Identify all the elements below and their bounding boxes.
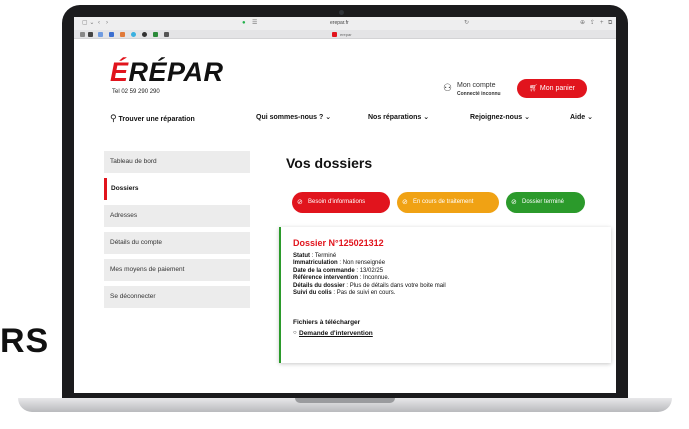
sidebar-item-logout[interactable]: Se déconnecter (104, 286, 250, 308)
filter-in-progress-button[interactable]: ⊘ En cours de traitement (397, 192, 499, 213)
shield-icon[interactable]: ● (242, 17, 246, 30)
camera-dot (339, 10, 344, 15)
bookmark-icon[interactable] (120, 32, 125, 37)
laptop-notch (295, 398, 395, 403)
browser-toolbar: ▢ ⌄ ‹ › ● ☰ erepar.fr ↻ ⊕ ⇪ + ⧉ (74, 17, 616, 30)
chevron-down-icon: ⌄ (325, 114, 332, 121)
privacy-icon[interactable]: ☰ (252, 17, 257, 30)
nav-repairs[interactable]: Nos réparations ⌄ (368, 113, 429, 121)
sidebar-item-account-details[interactable]: Détails du compte (104, 232, 250, 254)
download-icon[interactable]: ⊕ (580, 17, 585, 30)
user-icon[interactable]: ⚇ (443, 83, 452, 94)
site-logo[interactable]: ÉRÉPAR (110, 57, 224, 88)
files-heading: Fichiers à télécharger (293, 319, 361, 326)
bookmark-icon[interactable] (131, 32, 136, 37)
bookmark-icon[interactable] (109, 32, 114, 37)
account-sidebar: Tableau de bord Dossiers Adresses Détail… (104, 151, 250, 313)
logo-accent: É (110, 57, 129, 87)
page-title: Vos dossiers (286, 155, 373, 171)
bookmark-icon[interactable] (98, 32, 103, 37)
filter-completed-button[interactable]: ⊘ Dossier terminé (506, 192, 585, 213)
search-icon: ⚲ (110, 113, 117, 123)
reload-icon[interactable]: ↻ (464, 17, 469, 30)
url-field[interactable]: erepar.fr (330, 17, 349, 30)
registration-line: Immatriculation : Non renseignée (293, 260, 386, 267)
check-circle-icon: ⊘ (511, 199, 517, 206)
details-line: Détails du dossier : Plus de détails dan… (293, 282, 446, 289)
check-circle-icon: ⊘ (402, 199, 408, 206)
new-tab-icon[interactable]: + (600, 17, 604, 30)
tab-title[interactable]: erepar (340, 30, 352, 39)
cart-icon: 🛒︎ (529, 85, 540, 92)
tabs-overview-icon[interactable]: ⧉ (608, 17, 612, 30)
chevron-down-icon: ⌄ (524, 114, 530, 121)
order-date-line: Date de la commande : 13/02/25 (293, 267, 384, 274)
background-heading: RS (0, 322, 50, 360)
bookmark-icon[interactable] (88, 32, 93, 37)
tracking-line: Suivi du colis : Pas de suivi en cours. (293, 290, 396, 297)
sidebar-item-payment-methods[interactable]: Mes moyens de paiement (104, 259, 250, 281)
intervention-request-link[interactable]: Demande d'intervention (299, 330, 373, 337)
nav-who[interactable]: Qui sommes-nous ? ⌄ (256, 113, 331, 121)
chevron-down-icon: ⌄ (423, 114, 430, 121)
reference-line: Référence intervention : Inconnue. (293, 275, 390, 282)
cart-label: Mon panier (539, 85, 575, 92)
dossier-card: Dossier N°125021312 Statut : Terminé Imm… (279, 227, 611, 363)
bullet-icon: ○ (293, 330, 297, 336)
bookmarks-bar: erepar (74, 30, 616, 39)
cart-button[interactable]: 🛒︎ Mon panier (517, 79, 587, 98)
phone-number: Tel 02 59 290 290 (112, 89, 160, 95)
chevron-down-icon: ⌄ (587, 114, 593, 121)
sidebar-toggle-icon[interactable]: ▢ ⌄ (82, 17, 94, 30)
bookmark-icon[interactable] (153, 32, 158, 37)
status-line: Statut : Terminé (293, 253, 337, 259)
back-icon[interactable]: ‹ (98, 17, 100, 30)
share-icon[interactable]: ⇪ (590, 17, 595, 30)
check-circle-icon: ⊘ (297, 199, 303, 206)
bookmark-icon[interactable] (80, 32, 85, 37)
bookmark-icon[interactable] (164, 32, 169, 37)
filter-need-info-button[interactable]: ⊘ Besoin d'informations (292, 192, 390, 213)
bookmark-icon[interactable] (142, 32, 147, 37)
dossier-title: Dossier N°125021312 (293, 238, 384, 248)
nav-join[interactable]: Rejoignez-nous ⌄ (470, 113, 530, 121)
logo-text: RÉPAR (128, 57, 224, 87)
account-status: Connecté inconnu (457, 91, 501, 97)
dossier-details: Statut : Terminé Immatriculation : Non r… (293, 253, 446, 297)
tab-favicon (332, 32, 337, 37)
account-link[interactable]: Mon compte (457, 82, 496, 89)
sidebar-item-dashboard[interactable]: Tableau de bord (104, 151, 250, 173)
sidebar-item-addresses[interactable]: Adresses (104, 205, 250, 227)
nav-help[interactable]: Aide ⌄ (570, 113, 593, 121)
nav-find-repair[interactable]: ⚲ Trouver une réparation (110, 113, 195, 124)
browser-screen: ▢ ⌄ ‹ › ● ☰ erepar.fr ↻ ⊕ ⇪ + ⧉ erepar É… (74, 17, 616, 393)
sidebar-item-dossiers[interactable]: Dossiers (104, 178, 250, 200)
forward-icon[interactable]: › (106, 17, 108, 30)
